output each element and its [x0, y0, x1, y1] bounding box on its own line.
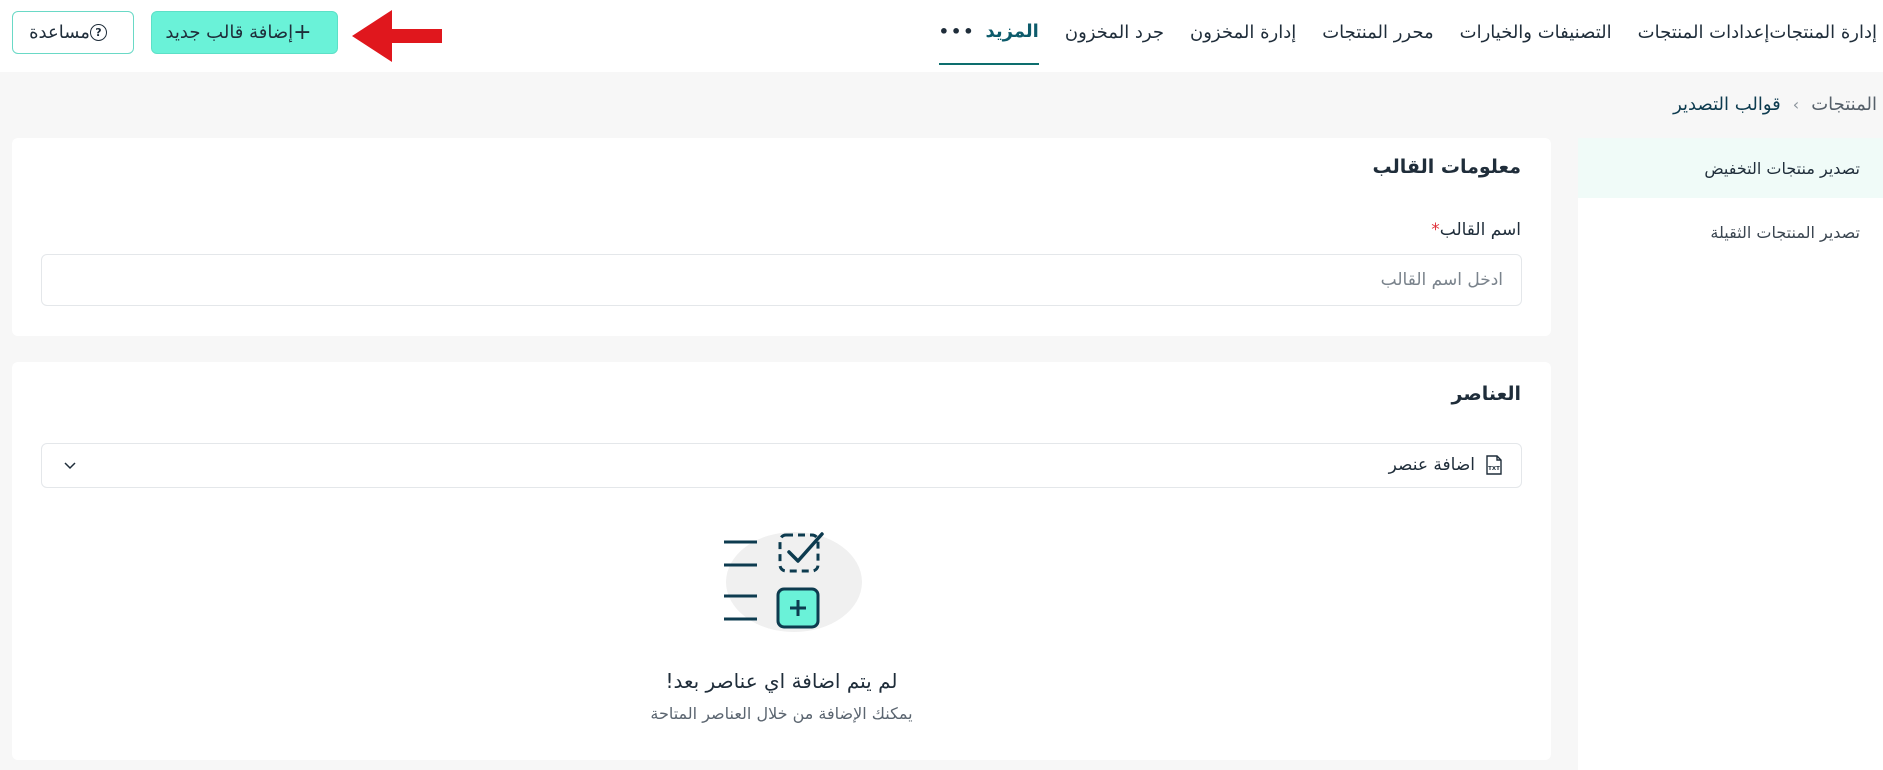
- elements-card: العناصر TXT اضافة عنصر لم يتم اضافة اي ع…: [12, 362, 1551, 760]
- red-arrow-annotation-icon: [352, 10, 442, 62]
- chevron-left-icon: ‹: [1792, 94, 1800, 114]
- nav-item-inventory-count[interactable]: جرد المخزون: [1065, 22, 1164, 43]
- template-name-label: اسم القالب *: [1425, 220, 1521, 240]
- svg-text:TXT: TXT: [1488, 466, 1500, 472]
- empty-state-subtitle: يمكنك الإضافة من خلال العناصر المتاحة: [650, 704, 913, 723]
- template-info-card: معلومات القالب اسم القالب *: [12, 138, 1551, 336]
- required-mark: *: [1431, 220, 1440, 240]
- sidebar-item-discount-products-export[interactable]: تصدير منتجات التخفيض: [1578, 138, 1883, 198]
- nav-item-products-settings[interactable]: إعدادات المنتجات: [1638, 22, 1770, 43]
- txt-file-icon: TXT: [1486, 455, 1502, 475]
- dots-icon: •••: [938, 22, 976, 41]
- top-navigation-bar: إدارة المنتجات إعدادات المنتجات التصنيفا…: [0, 0, 1883, 72]
- nav-item-inventory-management[interactable]: إدارة المخزون: [1190, 22, 1296, 43]
- plus-icon: +: [293, 20, 312, 45]
- empty-state-title: لم يتم اضافة اي عناصر بعد!: [665, 669, 898, 693]
- template-name-input[interactable]: [41, 254, 1522, 306]
- template-name-label-text: اسم القالب: [1439, 220, 1521, 240]
- chevron-down-icon: [64, 462, 76, 470]
- nav-item-categories-options[interactable]: التصنيفات والخيارات: [1460, 22, 1612, 43]
- breadcrumb-products-link[interactable]: المنتجات: [1811, 94, 1877, 115]
- main-nav: إدارة المنتجات إعدادات المنتجات التصنيفا…: [938, 0, 1877, 65]
- nav-item-more[interactable]: المزيد •••: [938, 0, 1039, 65]
- nav-more-label: المزيد: [985, 21, 1039, 42]
- templates-sidebar: تصدير منتجات التخفيض تصدير المنتجات الثق…: [1578, 138, 1883, 770]
- help-label: مساعدة: [29, 22, 90, 43]
- template-info-title: معلومات القالب: [1372, 156, 1521, 178]
- sidebar-item-heavy-products-export[interactable]: تصدير المنتجات الثقيلة: [1578, 202, 1883, 262]
- breadcrumb: المنتجات ‹ قوالب التصدير: [1673, 92, 1877, 116]
- elements-title: العناصر: [1451, 383, 1521, 405]
- add-element-label: اضافة عنصر: [1388, 455, 1475, 475]
- add-element-dropdown[interactable]: TXT اضافة عنصر: [41, 443, 1522, 488]
- breadcrumb-current-page: قوالب التصدير: [1673, 93, 1781, 115]
- empty-checklist-illustration-icon: [724, 532, 862, 632]
- question-circle-icon: ?: [89, 24, 107, 41]
- nav-item-products-editor[interactable]: محرر المنتجات: [1322, 22, 1433, 43]
- nav-item-products-management[interactable]: إدارة المنتجات: [1769, 22, 1877, 43]
- add-new-template-label: إضافة قالب جديد: [165, 22, 294, 43]
- help-button[interactable]: ? مساعدة: [12, 11, 134, 54]
- add-element-label-wrap: TXT اضافة عنصر: [1389, 455, 1503, 475]
- add-new-template-button[interactable]: + إضافة قالب جديد: [151, 11, 338, 54]
